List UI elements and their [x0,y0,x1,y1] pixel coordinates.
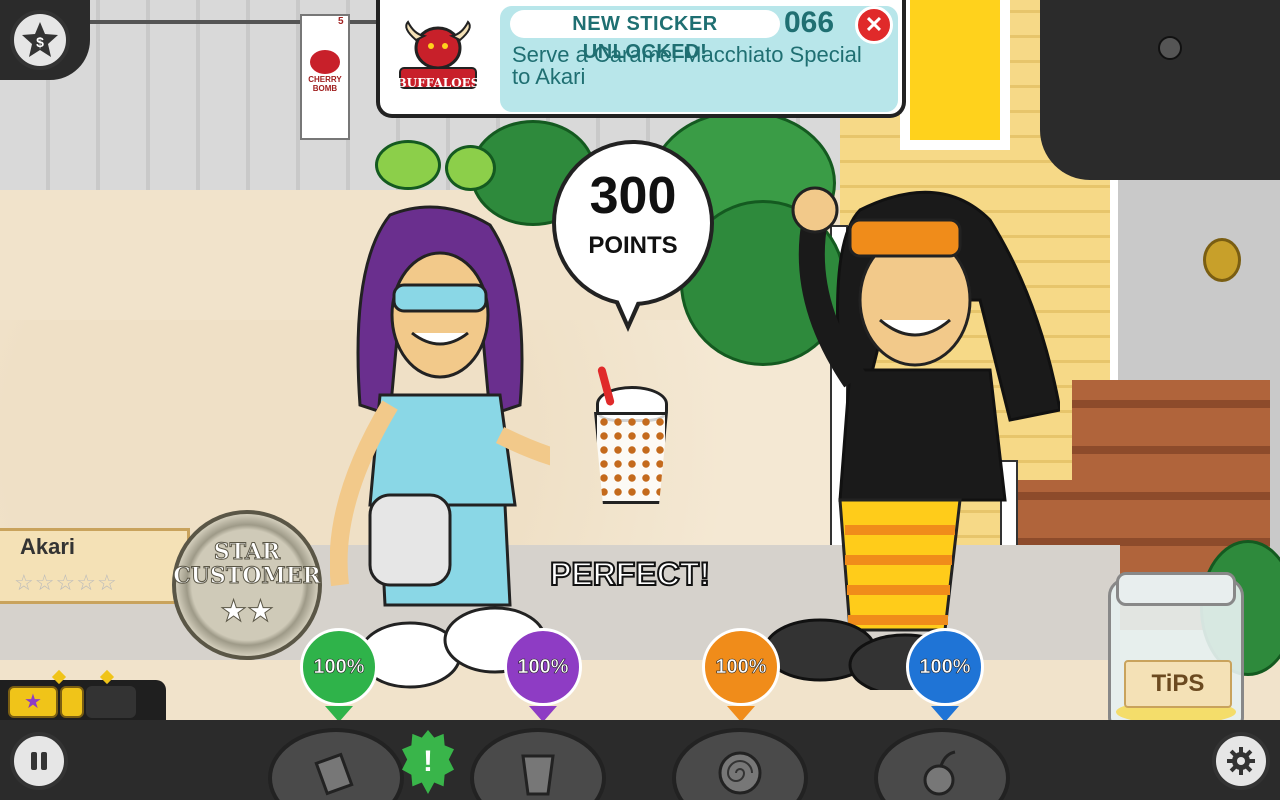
tips-label: TiPS [1124,660,1232,708]
player-character [330,205,550,689]
succulent-plant [375,140,441,190]
score-value: 100% [702,628,780,706]
result-label: PERFECT! [549,555,711,593]
star-menu-button[interactable]: $ [10,10,70,70]
bubble-tail [614,290,642,322]
ticket-icon [314,752,354,796]
poster-label: CHERRY BOMB [308,75,342,93]
sticker-description: Serve a Caramel Macchiato Special to Aka… [512,42,862,89]
customer-name: Akari [20,534,76,559]
pause-button[interactable] [10,732,68,790]
tips-jar-lid [1116,572,1236,606]
progress-slot-partial [60,686,84,718]
cherry-icon [923,750,956,796]
star-empty-icon: ☆ [96,570,118,595]
score-pin: 100% [300,628,378,722]
gear-icon [1227,747,1255,775]
score-pin: 100% [702,628,780,722]
points-value: 300 [589,167,677,225]
star-icon: ★ [220,595,248,629]
pause-icon [31,752,47,770]
door-knob [1203,238,1241,282]
house-window [900,0,1010,150]
cherry-icon [310,50,340,74]
star-icon: ★ [247,595,275,629]
close-button[interactable]: ✕ [855,6,893,44]
settings-button[interactable] [1212,732,1270,790]
caramel-macchiato-drink [594,412,668,504]
star-empty-icon: ☆ [34,570,56,595]
star-empty-icon: ☆ [76,570,97,595]
points-label: POINTS [588,232,678,259]
sticker-number: 066 [784,6,835,39]
progress-slot-filled: ★ [8,686,58,718]
customer-star-rating: ☆☆☆☆☆ [14,570,118,596]
badge-title: STAR CUSTOMER [173,539,322,589]
frame-corner [1040,0,1280,180]
svg-text:$: $ [36,34,44,50]
score-value: 100% [906,628,984,706]
game-scene: 5 CHERRY BOMB $ BUFFALOES NEW STICKER UN… [0,0,1280,800]
score-value: 100% [300,628,378,706]
score-value: 100% [504,628,582,706]
poster-number: 5 [338,16,344,27]
star-empty-icon: ☆ [14,570,35,595]
star-icon: ★ [24,691,42,713]
progress-slot-empty [86,686,136,718]
swirl-icon [718,751,762,795]
close-icon: ✕ [864,12,884,37]
star-badge-icon: $ [22,22,58,57]
badge-stars: ★★ [172,594,322,629]
alert-symbol: ! [423,745,433,778]
bottom-toolbar [0,720,1280,800]
score-pin: 100% [504,628,582,722]
succulent-plant [445,145,496,191]
sticker-logo-text: BUFFALOES [396,76,480,90]
score-pin: 100% [906,628,984,722]
cup-icon [521,754,555,796]
customer-character [763,186,1060,690]
sticker-title: NEW STICKER UNLOCKED! [510,10,780,63]
frame-rivet [1158,36,1182,60]
star-empty-icon: ☆ [55,570,77,595]
